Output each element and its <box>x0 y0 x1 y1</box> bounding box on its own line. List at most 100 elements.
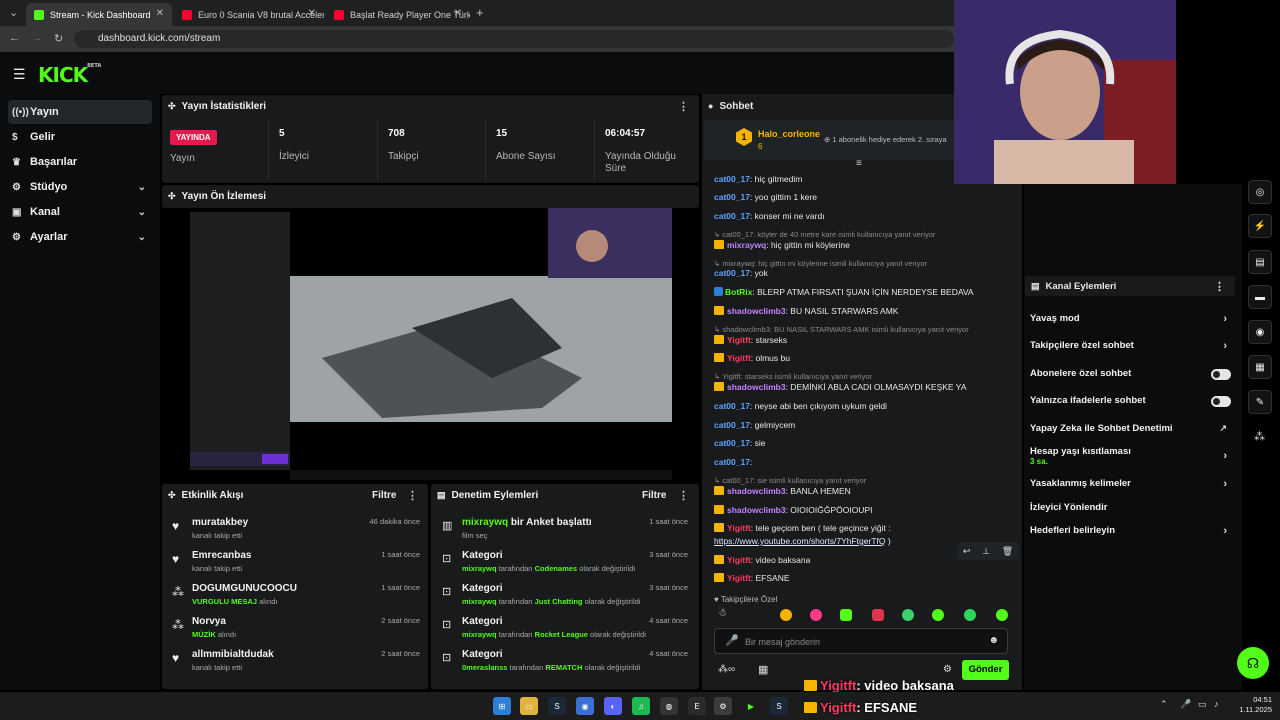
sidebar-item-ayarlar[interactable]: ⚙ Ayarlar ⌄ <box>8 225 152 249</box>
reload-icon[interactable]: ↻ <box>54 32 63 45</box>
chat-message[interactable]: cat00_17: gelmiycem <box>714 420 1014 431</box>
message-username[interactable]: Yigitft <box>727 573 751 583</box>
hamburger-menu-icon[interactable]: ☰ <box>13 66 26 83</box>
kicks-icon[interactable]: ⁂ <box>1254 430 1265 443</box>
chat-message[interactable]: Yigitft: starseks <box>714 335 1014 346</box>
message-username[interactable]: shadowclimb3 <box>727 505 786 515</box>
pin-icon[interactable]: ⊥ <box>982 546 990 557</box>
reply-icon[interactable]: ↩ <box>963 546 971 557</box>
subscribers-chat-toggle[interactable] <box>1211 369 1231 380</box>
chat-message[interactable]: cat00_17: neyse abi ben çıkıyom uykum ge… <box>714 401 1014 412</box>
emote-icon[interactable]: ☃ <box>718 608 727 619</box>
start-icon[interactable]: ⊞ <box>493 697 511 715</box>
more-options-icon[interactable]: ⋮ <box>678 100 689 113</box>
emote-only-toggle[interactable] <box>1211 396 1231 407</box>
microphone-icon[interactable]: 🎤 <box>1180 699 1191 710</box>
broadcast-tool-icon[interactable]: ◎ <box>1248 180 1272 204</box>
emote-icon[interactable] <box>810 609 822 621</box>
sidebar-item-gelir[interactable]: $ Gelir <box>8 125 152 149</box>
message-username[interactable]: cat00_17 <box>714 268 750 278</box>
message-username[interactable]: cat00_17 <box>714 211 750 221</box>
chat-message[interactable]: cat00_17: <box>714 457 1014 468</box>
action-goals[interactable]: Hedefleri belirleyin › <box>1030 525 1235 543</box>
chat-message[interactable]: shadowclimb3: BANLA HEMEN <box>714 486 1014 497</box>
lightning-icon[interactable]: ⚡ <box>1248 214 1272 238</box>
tab-list-icon[interactable]: ⌄ <box>9 6 18 19</box>
message-username[interactable]: Yigitft <box>727 523 751 533</box>
chat-message[interactable]: Yigitft: tele geçiom ben ( tele geçince … <box>714 523 1014 534</box>
obs-icon[interactable]: ◍ <box>660 697 678 715</box>
volume-icon[interactable]: ♪ <box>1214 699 1219 709</box>
chat-message[interactable]: shadowclimb3: BU NASIL STARWARS AMK <box>714 306 1014 317</box>
sidebar-item-kanal[interactable]: ▣ Kanal ⌄ <box>8 200 152 224</box>
chat-message[interactable]: Yigitft: EFSANE <box>714 573 1014 584</box>
more-options-icon[interactable]: ⋮ <box>407 489 418 502</box>
message-username[interactable]: Yigitft <box>727 555 751 565</box>
action-account-age[interactable]: Hesap yaşı kısıtlaması 3 sa. › <box>1030 446 1235 470</box>
message-username[interactable]: shadowclimb3 <box>727 382 786 392</box>
message-username[interactable]: shadowclimb3 <box>727 486 786 496</box>
more-options-icon[interactable]: ⋮ <box>1214 280 1225 293</box>
kick-app-icon[interactable]: ▶ <box>742 697 760 715</box>
filter-button[interactable]: Filtre <box>372 490 396 501</box>
support-button[interactable]: ☊ <box>1237 647 1269 679</box>
new-tab-icon[interactable]: + <box>476 5 484 20</box>
notes-icon[interactable]: ▤ <box>1248 250 1272 274</box>
tray-chevron-icon[interactable]: ⌃ <box>1160 699 1168 710</box>
action-emote-only[interactable]: Yalnızca ifadelerle sohbet <box>1030 395 1235 413</box>
chat-reply-context[interactable]: ↳ Yigitft: starseks isimli kullanıcıya y… <box>714 371 1014 382</box>
action-slow-mode[interactable]: Yavaş mod › <box>1030 313 1235 331</box>
kicks-icon[interactable]: ⁂∞ <box>718 664 735 675</box>
stream-preview-video[interactable] <box>162 208 700 480</box>
message-username[interactable]: cat00_17 <box>714 401 750 411</box>
action-followers-chat[interactable]: Takipçilere özel sohbet › <box>1030 340 1235 358</box>
chat-message[interactable]: Yigitft: olmus bu <box>714 353 1014 364</box>
close-icon[interactable]: ✕ <box>454 8 462 19</box>
emote-icon[interactable] <box>840 609 852 621</box>
chat-message[interactable]: shadowclimb3: DEMİNKİ ABLA CADI OLMASAYD… <box>714 382 1014 393</box>
emote-icon[interactable] <box>872 609 884 621</box>
kick-logo[interactable]: KICKBETA <box>38 63 101 87</box>
more-options-icon[interactable]: ⋮ <box>678 489 689 502</box>
microphone-icon[interactable]: 🎤 <box>725 634 739 647</box>
spotify-icon[interactable]: ♫ <box>632 697 650 715</box>
chat-message[interactable]: cat00_17: sie <box>714 438 1014 449</box>
steam-icon[interactable]: S <box>770 697 788 715</box>
chat-input[interactable]: 🎤 Bir mesaj gönderin ☻ <box>714 628 1008 654</box>
message-username[interactable]: shadowclimb3 <box>727 306 786 316</box>
message-username[interactable]: cat00_17 <box>714 192 750 202</box>
action-banned-words[interactable]: Yasaklanmış kelimeler › <box>1030 478 1235 496</box>
store-icon[interactable]: ▦ <box>758 663 768 676</box>
settings-icon[interactable]: ⚙ <box>714 697 732 715</box>
discord-icon[interactable]: ◐ <box>604 697 622 715</box>
tab-youtube-1[interactable]: Euro 0 Scania V8 brutal Acceler ✕ <box>174 3 324 26</box>
epic-games-icon[interactable]: E <box>688 697 706 715</box>
tab-kick-dashboard[interactable]: Stream - Kick Dashboard ✕ <box>26 3 172 26</box>
emote-icon[interactable] <box>964 609 976 621</box>
chat-reply-context[interactable]: ↳ shadowclimb3: BU NASIL STARWARS AMK is… <box>714 324 1014 335</box>
message-username[interactable]: BotRix <box>725 287 752 297</box>
action-ai-moderation[interactable]: Yapay Zeka ile Sohbet Denetimi ↗ <box>1030 423 1235 441</box>
emote-icon[interactable] <box>780 609 792 621</box>
delete-icon[interactable]: 🗑 <box>1002 546 1013 557</box>
clock[interactable]: 04:51 1.11.2025 <box>1232 695 1272 715</box>
message-username[interactable]: cat00_17 <box>714 438 750 448</box>
network-icon[interactable]: ▭ <box>1198 699 1207 710</box>
message-username[interactable]: mixraywq <box>727 240 766 250</box>
emote-icon[interactable] <box>996 609 1008 621</box>
wrench-icon[interactable]: ✎ <box>1248 390 1272 414</box>
message-username[interactable]: cat00_17 <box>714 457 750 467</box>
close-icon[interactable]: ✕ <box>308 8 316 19</box>
steam-icon[interactable]: S <box>548 697 566 715</box>
chat-icon[interactable]: ▬ <box>1248 285 1272 309</box>
message-username[interactable]: Yigitft <box>727 353 751 363</box>
message-username[interactable]: cat00_17 <box>714 420 750 430</box>
chat-reply-context[interactable]: ↳ cat00_17: sie isimli kullanıcıya yanıt… <box>714 475 1014 486</box>
moderation-icon[interactable]: ▦ <box>1248 355 1272 379</box>
forward-icon[interactable]: → <box>32 32 43 44</box>
filter-button[interactable]: Filtre <box>642 490 666 501</box>
chrome-icon[interactable]: ◉ <box>576 697 594 715</box>
chat-reply-context[interactable]: ↳ cat00_17: köyler de 40 metre kare isim… <box>714 229 1014 240</box>
gear-icon[interactable]: ⚙ <box>943 664 952 675</box>
url-field[interactable]: dashboard.kick.com/stream <box>74 30 954 48</box>
